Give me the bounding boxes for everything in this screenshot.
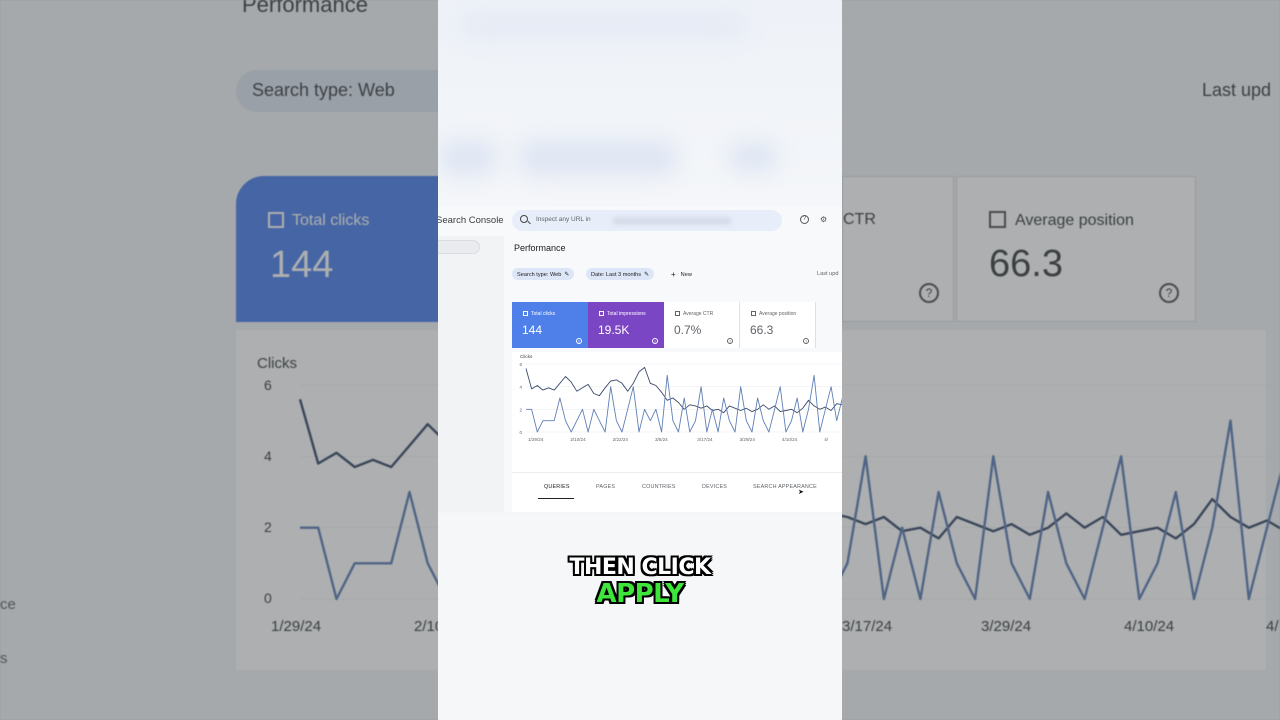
tab-queries[interactable]: QUERIES bbox=[544, 484, 570, 490]
search-type-filter-chip[interactable]: Search type: Web ✎ bbox=[512, 268, 575, 280]
help-icon[interactable]: ? bbox=[803, 338, 809, 344]
performance-chart-svg: 6 4 2 0 Clicks 1/29/24 2/10/24 2/22/24 3/5/24 3/1… bbox=[519, 354, 842, 442]
average-ctr-value: 0.7% bbox=[674, 323, 702, 337]
last-updated-text: Last upd bbox=[817, 271, 839, 277]
video-strip: Search Console Inspect any URL in ? ⚙ Pe… bbox=[438, 0, 842, 720]
caption-line-2: APPLY bbox=[596, 579, 684, 609]
tab-search-appearance[interactable]: SEARCH APPEARANCE bbox=[753, 484, 817, 490]
new-filter-button[interactable]: + New bbox=[671, 270, 692, 279]
plus-icon: + bbox=[671, 270, 676, 279]
account-settings-icon[interactable]: ⚙ bbox=[820, 215, 830, 225]
redacted-property bbox=[612, 217, 732, 225]
x-tick-label: 2/22/24 bbox=[613, 437, 629, 442]
x-tick-label: 1/29/24 bbox=[528, 437, 544, 442]
x-tick-label: 4/ bbox=[824, 437, 829, 442]
help-icon[interactable]: ? bbox=[576, 338, 582, 344]
x-tick-label: 3/17/24 bbox=[697, 437, 713, 442]
help-icon[interactable]: ? bbox=[727, 338, 733, 344]
edit-pencil-icon: ✎ bbox=[644, 272, 650, 278]
help-icon[interactable]: ? bbox=[800, 215, 809, 224]
caption-line-1: THEN CLICK bbox=[569, 555, 711, 580]
x-tick-label: 3/29/24 bbox=[740, 437, 756, 442]
checkbox-checked-icon bbox=[599, 311, 604, 316]
date-filter-chip[interactable]: Date: Last 3 months ✎ bbox=[586, 268, 655, 280]
url-inspect-search-input[interactable]: Inspect any URL in bbox=[512, 210, 782, 231]
property-selector[interactable] bbox=[438, 240, 480, 254]
checkbox-checked-icon bbox=[523, 311, 528, 316]
help-icon[interactable]: ? bbox=[652, 338, 658, 344]
average-position-value: 66.3 bbox=[750, 323, 774, 337]
performance-main: Performance Search type: Web ✎ Date: Last… bbox=[504, 236, 842, 512]
metric-card-average-position[interactable]: Average position 66.3 ? bbox=[740, 302, 816, 348]
y-tick-label: 2 bbox=[519, 407, 522, 412]
mouse-cursor-icon: ➤ bbox=[798, 489, 804, 496]
y-tick-label: 0 bbox=[519, 430, 522, 435]
checkbox-unchecked-icon bbox=[675, 311, 680, 316]
series-line-1 bbox=[525, 366, 842, 414]
sidebar bbox=[438, 236, 504, 512]
x-tick-label: 2/10/24 bbox=[570, 437, 586, 442]
performance-chart: 6 4 2 0 Clicks 1/29/24 2/10/24 2/22/24 3/5/24 3/1… bbox=[512, 352, 842, 482]
y-tick-label: 6 bbox=[519, 362, 522, 367]
tab-countries[interactable]: COUNTRIES bbox=[642, 484, 676, 490]
metric-cards: Total clicks 144 ? Total impressions 19.… bbox=[512, 302, 842, 348]
search-placeholder: Inspect any URL in bbox=[536, 216, 591, 223]
metric-card-total-impressions[interactable]: Total impressions 19.5K ? bbox=[588, 302, 664, 348]
dimension-tabs: QUERIES PAGES COUNTRIES DEVICES SEARCH A… bbox=[512, 472, 842, 512]
app-brand: Search Console bbox=[438, 215, 504, 226]
y-tick-label: 4 bbox=[519, 385, 522, 390]
tab-pages[interactable]: PAGES bbox=[596, 484, 615, 490]
metric-card-total-clicks[interactable]: Total clicks 144 ? bbox=[512, 302, 588, 348]
search-icon bbox=[520, 215, 528, 223]
edit-pencil-icon: ✎ bbox=[564, 272, 570, 278]
series-line-2 bbox=[526, 374, 842, 433]
top-bar: Search Console Inspect any URL in ? ⚙ bbox=[438, 206, 842, 236]
total-clicks-value: 144 bbox=[522, 323, 543, 337]
x-tick-label: 4/10/24 bbox=[782, 437, 798, 442]
active-tab-indicator bbox=[538, 498, 574, 500]
page-title: Performance bbox=[514, 243, 566, 253]
search-console-window: Search Console Inspect any URL in ? ⚙ Pe… bbox=[438, 206, 842, 512]
checkbox-unchecked-icon bbox=[751, 311, 756, 316]
total-impressions-value: 19.5K bbox=[598, 323, 630, 337]
metric-card-average-ctr[interactable]: Average CTR 0.7% ? bbox=[664, 302, 740, 348]
y-axis-label: Clicks bbox=[520, 354, 533, 359]
x-tick-label: 3/5/24 bbox=[655, 437, 668, 442]
tab-devices[interactable]: DEVICES bbox=[702, 484, 727, 490]
